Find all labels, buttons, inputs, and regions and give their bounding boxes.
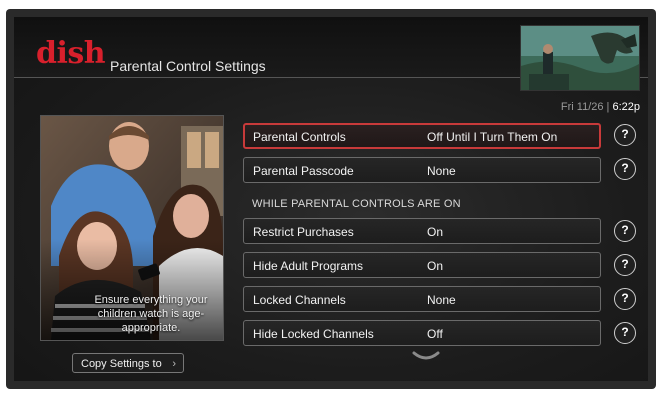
chevron-down-icon[interactable] bbox=[412, 350, 440, 368]
setting-value: None bbox=[427, 293, 456, 307]
live-tv-preview[interactable] bbox=[520, 25, 640, 91]
setting-value: On bbox=[427, 259, 444, 273]
promo-caption: Ensure everything your children watch is… bbox=[94, 294, 208, 334]
time-text: 6:22p bbox=[612, 101, 640, 113]
tv-screen: dish Parental Control Settings Fri 11/26… bbox=[14, 17, 648, 381]
setting-value: None bbox=[427, 164, 456, 178]
section-header: WHILE PARENTAL CONTROLS ARE ON bbox=[252, 198, 461, 210]
help-question-icon[interactable]: ? bbox=[614, 322, 636, 344]
setting-row-locked-channels[interactable]: Locked Channels None bbox=[243, 286, 601, 312]
setting-value: Off Until I Turn Them On bbox=[427, 130, 558, 144]
setting-value: Off bbox=[427, 327, 443, 341]
dish-logo: dish bbox=[36, 36, 106, 71]
copy-settings-button[interactable]: Copy Settings to › bbox=[72, 353, 184, 373]
help-question-icon[interactable]: ? bbox=[614, 124, 636, 146]
help-question-icon[interactable]: ? bbox=[614, 254, 636, 276]
setting-row-parental-passcode[interactable]: Parental Passcode None bbox=[243, 157, 601, 183]
clock: Fri 11/26 | 6:22p bbox=[561, 101, 640, 113]
setting-value: On bbox=[427, 225, 444, 239]
chevron-right-icon: › bbox=[172, 358, 176, 370]
help-question-icon[interactable]: ? bbox=[614, 220, 636, 242]
setting-row-parental-controls[interactable]: Parental Controls Off Until I Turn Them … bbox=[243, 123, 601, 149]
setting-label: Restrict Purchases bbox=[253, 225, 354, 239]
setting-label: Hide Locked Channels bbox=[253, 327, 374, 341]
date-text: Fri 11/26 bbox=[560, 101, 604, 113]
preview-image bbox=[521, 26, 639, 90]
setting-label: Parental Passcode bbox=[253, 164, 354, 178]
setting-row-hide-locked-channels[interactable]: Hide Locked Channels Off bbox=[243, 320, 601, 346]
setting-label: Locked Channels bbox=[253, 293, 346, 307]
setting-label: Hide Adult Programs bbox=[253, 259, 364, 273]
setting-label: Parental Controls bbox=[253, 130, 346, 144]
setting-row-hide-adult-programs[interactable]: Hide Adult Programs On bbox=[243, 252, 601, 278]
setting-row-restrict-purchases[interactable]: Restrict Purchases On bbox=[243, 218, 601, 244]
copy-settings-label: Copy Settings to bbox=[81, 358, 162, 370]
page-title: Parental Control Settings bbox=[110, 58, 266, 74]
help-question-icon[interactable]: ? bbox=[614, 158, 636, 180]
clock-separator: | bbox=[606, 101, 610, 113]
help-question-icon[interactable]: ? bbox=[614, 288, 636, 310]
tv-frame: dish Parental Control Settings Fri 11/26… bbox=[6, 9, 656, 389]
